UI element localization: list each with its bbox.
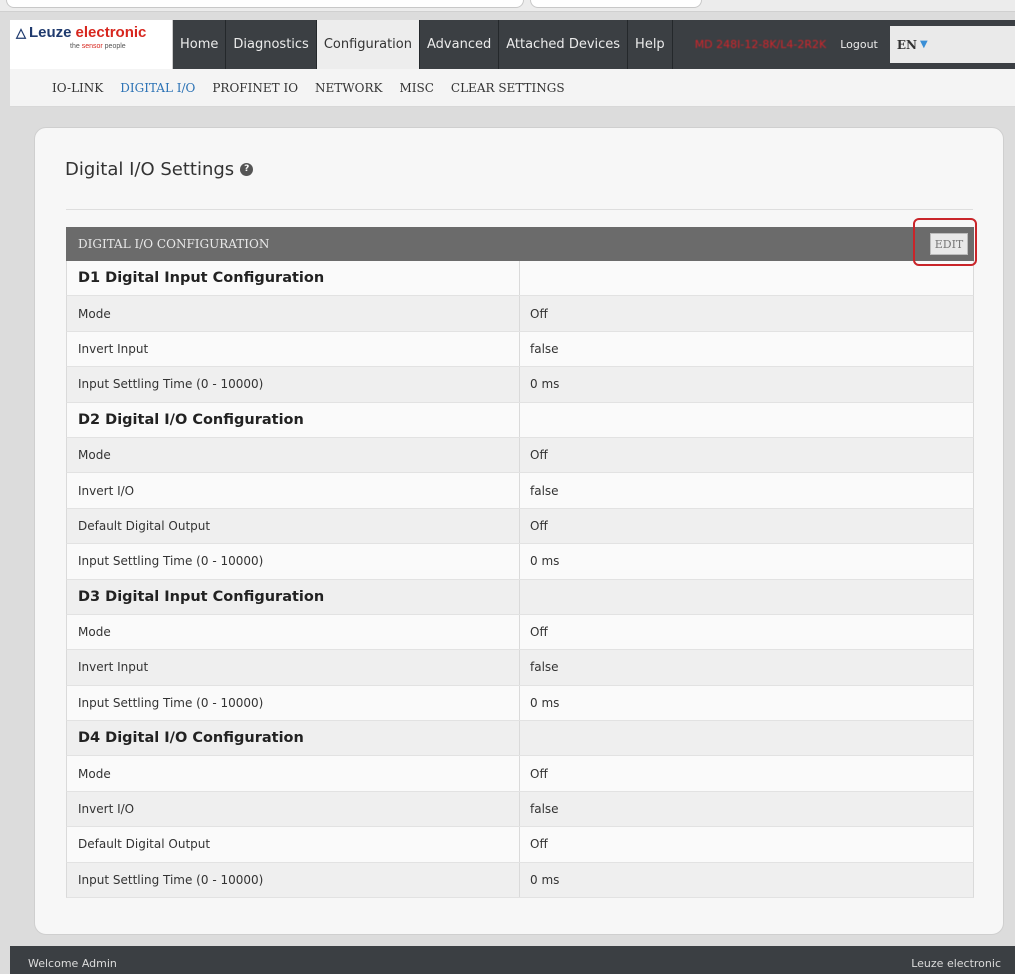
setting-label: Mode bbox=[67, 756, 520, 791]
page-title: Digital I/O Settings ? bbox=[65, 159, 254, 180]
welcome-text: Welcome Admin bbox=[28, 957, 117, 970]
table-row: Mode Off bbox=[66, 296, 974, 332]
table-body: D1 Digital Input Configuration Mode Off Inv… bbox=[66, 261, 974, 899]
setting-label: Default Digital Output bbox=[67, 508, 520, 544]
table-row: Invert Input false bbox=[66, 650, 974, 686]
subnav-network[interactable]: NETWORK bbox=[315, 81, 382, 95]
table-row: Default Digital Output Off bbox=[66, 508, 974, 545]
setting-value: 0 ms bbox=[530, 695, 560, 710]
nav-configuration[interactable]: Configuration bbox=[316, 20, 420, 69]
setting-label: Invert I/O bbox=[67, 473, 520, 508]
setting-value: 0 ms bbox=[530, 377, 560, 392]
setting-label: Mode bbox=[67, 614, 520, 650]
footer-company: Leuze electronic bbox=[911, 957, 1001, 970]
setting-value: Off bbox=[530, 837, 548, 852]
section-title: D2 Digital I/O Configuration bbox=[67, 402, 520, 437]
address-bar[interactable] bbox=[6, 0, 524, 8]
section-header-row: D3 Digital Input Configuration bbox=[66, 579, 974, 615]
setting-value: false bbox=[530, 341, 559, 356]
table-header-label: DIGITAL I/O CONFIGURATION bbox=[78, 237, 270, 251]
subnav-clear-settings[interactable]: CLEAR SETTINGS bbox=[451, 81, 565, 95]
table-header: DIGITAL I/O CONFIGURATION EDIT bbox=[66, 218, 977, 266]
brand-logo[interactable]: △ Leuze electronic the sensor people bbox=[10, 20, 173, 69]
subnav-misc[interactable]: MISC bbox=[399, 81, 433, 95]
setting-label: Input Settling Time (0 - 10000) bbox=[67, 862, 520, 898]
nav-attached-devices[interactable]: Attached Devices bbox=[499, 20, 629, 69]
settings-panel: Digital I/O Settings ? DIGITAL I/O CONFI… bbox=[34, 127, 1004, 935]
subnav-digital-io[interactable]: DIGITAL I/O bbox=[120, 81, 195, 95]
brand-name: Leuze bbox=[29, 24, 72, 41]
setting-value bbox=[520, 403, 973, 437]
brand-tagline: the sensor people bbox=[70, 43, 126, 50]
setting-label: Input Settling Time (0 - 10000) bbox=[67, 685, 520, 721]
table-row: Mode Off bbox=[66, 756, 974, 792]
nav-help[interactable]: Help bbox=[628, 20, 673, 69]
main-nav: Home Diagnostics Configuration Advanced … bbox=[173, 20, 673, 69]
setting-label: Input Settling Time (0 - 10000) bbox=[67, 544, 520, 579]
setting-value: false bbox=[530, 483, 559, 498]
table-row: Default Digital Output Off bbox=[66, 827, 974, 863]
setting-value: 0 ms bbox=[530, 554, 560, 569]
table-row: Input Settling Time (0 - 10000) 0 ms bbox=[66, 685, 974, 722]
browser-search-bar[interactable] bbox=[530, 0, 702, 8]
setting-label: Invert I/O bbox=[67, 791, 520, 827]
setting-label: Mode bbox=[67, 437, 520, 473]
section-title: D3 Digital Input Configuration bbox=[67, 579, 520, 614]
setting-label: Mode bbox=[67, 296, 520, 331]
setting-label: Invert Input bbox=[67, 331, 520, 367]
table-row: Invert Input false bbox=[66, 331, 974, 368]
subnav-io-link[interactable]: IO-LINK bbox=[52, 81, 103, 95]
table-row: Invert I/O false bbox=[66, 791, 974, 828]
setting-value: Off bbox=[530, 766, 548, 781]
section-header-row: D4 Digital I/O Configuration bbox=[66, 721, 974, 757]
language-label: EN bbox=[896, 37, 917, 52]
table-row: Mode Off bbox=[66, 614, 974, 651]
setting-label: Input Settling Time (0 - 10000) bbox=[67, 367, 520, 402]
setting-value: Off bbox=[530, 448, 548, 463]
setting-value: false bbox=[530, 660, 559, 675]
table-row: Mode Off bbox=[66, 437, 974, 474]
setting-label: Invert Input bbox=[67, 650, 520, 685]
setting-value: Off bbox=[530, 625, 548, 640]
logout-link[interactable]: Logout bbox=[832, 20, 886, 69]
setting-value: Off bbox=[530, 518, 548, 533]
nav-diagnostics[interactable]: Diagnostics bbox=[226, 20, 317, 69]
setting-value: false bbox=[530, 802, 559, 817]
browser-chrome bbox=[0, 0, 1015, 12]
setting-value bbox=[520, 580, 973, 614]
brand-name-accent: electronic bbox=[75, 24, 147, 41]
nav-advanced[interactable]: Advanced bbox=[420, 20, 500, 69]
section-title: D4 Digital I/O Configuration bbox=[67, 721, 520, 756]
setting-value bbox=[520, 721, 973, 755]
footer: Welcome Admin Leuze electronic bbox=[10, 946, 1015, 974]
setting-value bbox=[520, 261, 973, 295]
config-table: DIGITAL I/O CONFIGURATION EDIT D1 Digita… bbox=[66, 218, 977, 899]
section-header-row: D2 Digital I/O Configuration bbox=[66, 402, 974, 438]
language-select[interactable]: EN ▼ bbox=[889, 26, 1015, 63]
top-navigation-bar: △ Leuze electronic the sensor people Hom… bbox=[10, 20, 1015, 69]
subnav-profinet-io[interactable]: PROFINET IO bbox=[212, 81, 298, 95]
table-row: Input Settling Time (0 - 10000) 0 ms bbox=[66, 544, 974, 580]
table-row: Input Settling Time (0 - 10000) 0 ms bbox=[66, 862, 974, 899]
divider bbox=[66, 209, 973, 210]
device-name: MD 248I-12-8K/L4-2R2K bbox=[694, 38, 827, 51]
triangle-logo-icon: △ bbox=[16, 24, 26, 40]
section-title: D1 Digital Input Configuration bbox=[67, 261, 520, 296]
help-icon[interactable]: ? bbox=[240, 163, 254, 176]
table-row: Input Settling Time (0 - 10000) 0 ms bbox=[66, 367, 974, 403]
page-title-text: Digital I/O Settings bbox=[65, 159, 235, 180]
edit-button[interactable]: EDIT bbox=[930, 233, 968, 255]
table-row: Invert I/O false bbox=[66, 473, 974, 509]
sub-navigation: IO-LINK DIGITAL I/O PROFINET IO NETWORK … bbox=[10, 69, 1015, 107]
setting-value: Off bbox=[530, 306, 548, 321]
chevron-down-icon: ▼ bbox=[920, 39, 928, 50]
setting-label: Default Digital Output bbox=[67, 827, 520, 862]
nav-home[interactable]: Home bbox=[173, 20, 227, 69]
section-header-row: D1 Digital Input Configuration bbox=[66, 261, 974, 297]
setting-value: 0 ms bbox=[530, 872, 560, 887]
